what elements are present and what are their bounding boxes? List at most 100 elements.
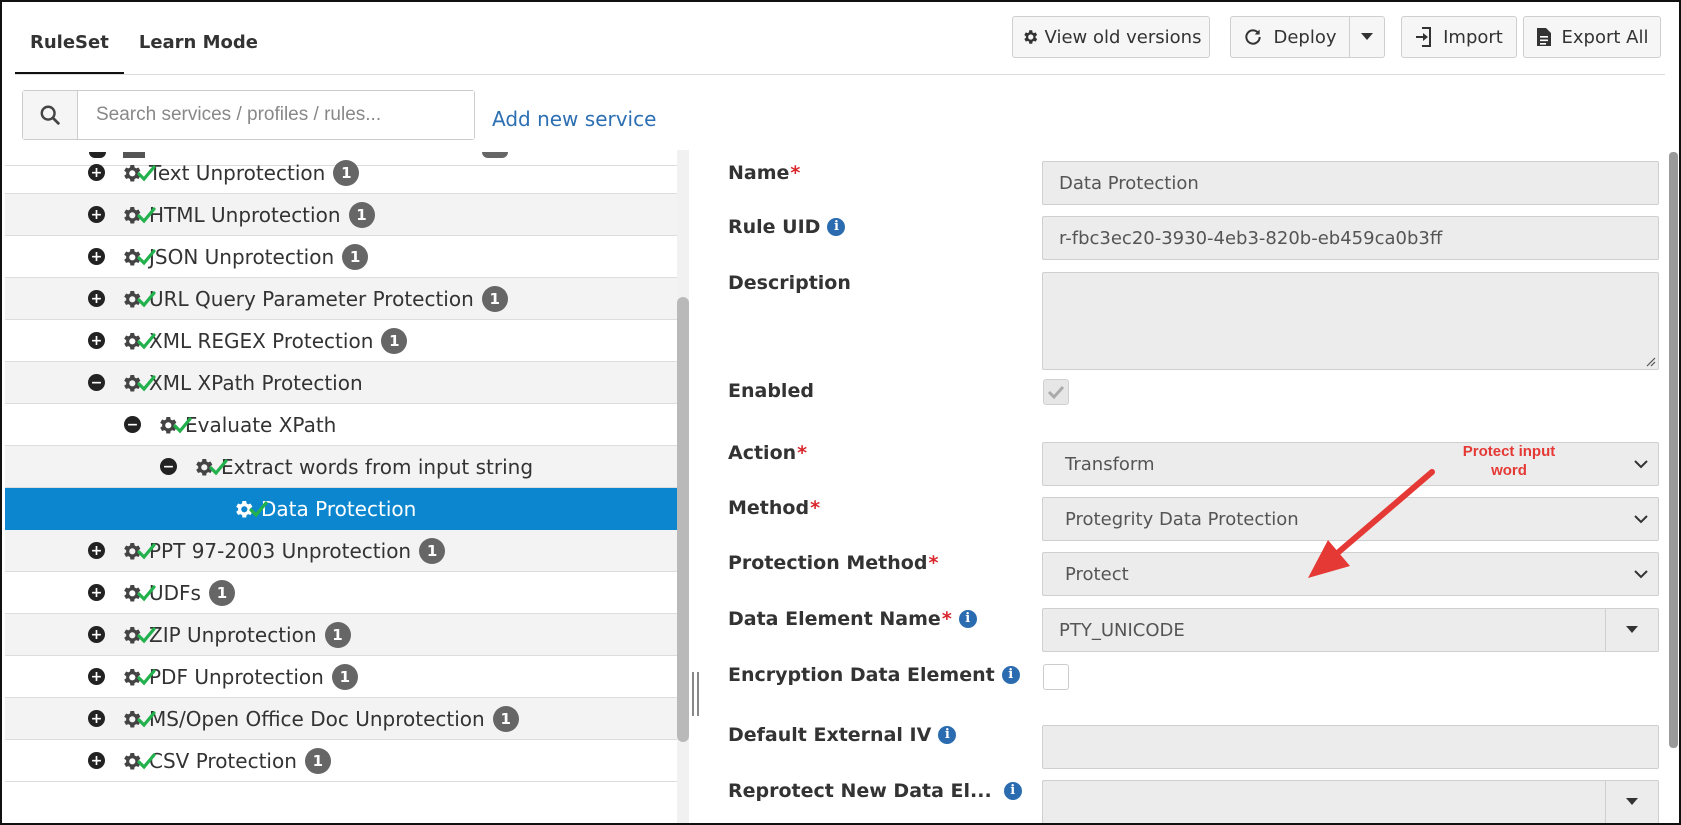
- info-icon[interactable]: i: [1001, 666, 1020, 684]
- gear-check-icon: [119, 622, 157, 648]
- info-icon[interactable]: i: [958, 610, 977, 628]
- rule-uid-label-text: Rule UID: [728, 216, 821, 238]
- import-button[interactable]: Import: [1401, 16, 1517, 58]
- tab-ruleset[interactable]: RuleSet: [15, 2, 124, 75]
- caret-down-icon: [1361, 33, 1373, 40]
- expand-toggle-icon[interactable]: +: [88, 164, 105, 181]
- expand-toggle-icon[interactable]: +: [88, 332, 105, 349]
- search-icon-button[interactable]: [23, 91, 78, 139]
- import-icon: [1416, 27, 1432, 47]
- detail-scrollbar-thumb[interactable]: [1669, 152, 1678, 748]
- collapse-toggle-icon[interactable]: −: [160, 458, 177, 475]
- deploy-dropdown-button[interactable]: [1349, 16, 1385, 58]
- tree-row[interactable]: − Extract words from input string: [5, 446, 677, 488]
- count-badge: 1: [342, 243, 369, 270]
- protection-method-value: Protect: [1065, 563, 1129, 585]
- tree-row-label: JSON Unprotection: [149, 244, 335, 269]
- gear-icon: [1023, 30, 1037, 44]
- count-badge: 1: [481, 285, 508, 312]
- gear-check-icon: [119, 538, 157, 564]
- count-badge: 1: [381, 327, 408, 354]
- tree-row[interactable]: + JSON Unprotection 1: [5, 236, 677, 278]
- info-icon[interactable]: i: [827, 218, 846, 236]
- name-field[interactable]: Data Protection: [1042, 161, 1659, 205]
- count-badge: 1: [208, 579, 235, 606]
- gear-check-icon: [119, 160, 157, 186]
- tree-row[interactable]: + UDFs 1: [5, 572, 677, 614]
- tree-row[interactable]: + PDF Unprotection 1: [5, 656, 677, 698]
- chevron-down-icon: [1634, 570, 1648, 579]
- expand-toggle-icon[interactable]: +: [88, 542, 105, 559]
- info-icon[interactable]: i: [938, 726, 957, 744]
- expand-toggle-icon[interactable]: +: [88, 206, 105, 223]
- gear-check-icon: [119, 664, 157, 690]
- expand-toggle-icon[interactable]: +: [88, 584, 105, 601]
- expand-toggle-icon[interactable]: +: [88, 290, 105, 307]
- app-window: RuleSet Learn Mode View old versions Dep…: [0, 0, 1681, 825]
- expand-toggle-icon[interactable]: +: [88, 668, 105, 685]
- tree-row[interactable]: + CSV Protection 1: [5, 740, 677, 782]
- protection-method-label: Protection Method *: [728, 550, 938, 576]
- rule-detail-panel: Name * Data Protection Rule UID i r-fbc3e…: [717, 150, 1667, 823]
- expand-toggle-icon[interactable]: +: [88, 710, 105, 727]
- tree-row[interactable]: + ZIP Unprotection 1: [5, 614, 677, 656]
- top-bar: RuleSet Learn Mode View old versions Dep…: [2, 2, 1679, 78]
- tree-row[interactable]: + PPT 97-2003 Unprotection 1: [5, 530, 677, 572]
- collapse-toggle-icon[interactable]: −: [88, 374, 105, 391]
- add-new-service-link[interactable]: Add new service: [492, 107, 656, 131]
- tree-row[interactable]: − Evaluate XPath: [5, 404, 677, 446]
- count-badge: 1: [333, 159, 360, 186]
- deploy-button[interactable]: Deploy: [1230, 16, 1349, 58]
- expand-toggle-icon[interactable]: +: [88, 752, 105, 769]
- data-element-name-combobox[interactable]: PTY_UNICODE: [1042, 608, 1659, 652]
- gear-check-icon: [119, 202, 157, 228]
- tree-row[interactable]: + MS/Open Office Doc Unprotection 1: [5, 698, 677, 740]
- tree-scrollbar-thumb[interactable]: [677, 297, 689, 742]
- tab-bar: RuleSet Learn Mode: [15, 2, 273, 75]
- count-badge: 1: [324, 621, 351, 648]
- tree-row[interactable]: + URL Query Parameter Protection 1: [5, 278, 677, 320]
- tree-row-label: Extract words from input string: [221, 454, 534, 479]
- tree-row-selected[interactable]: Data Protection: [5, 488, 677, 530]
- tree-row[interactable]: − XML XPath Protection: [5, 362, 677, 404]
- caret-down-icon: [1626, 798, 1638, 805]
- count-badge: 1: [348, 201, 375, 228]
- name-value: Data Protection: [1059, 172, 1199, 194]
- view-old-versions-button[interactable]: View old versions: [1012, 16, 1210, 58]
- search-input[interactable]: [78, 91, 474, 139]
- gear-check-icon: [119, 328, 157, 354]
- tree-row[interactable]: + HTML Unprotection 1: [5, 194, 677, 236]
- export-all-button[interactable]: Export All: [1523, 16, 1661, 58]
- expand-toggle-icon[interactable]: +: [88, 248, 105, 265]
- refresh-icon: [1245, 29, 1262, 45]
- tree-row[interactable]: + Text Unprotection 1: [5, 152, 677, 194]
- tree-row-label: HTML Unprotection: [149, 202, 341, 227]
- gear-check-icon: [191, 454, 229, 480]
- import-label: Import: [1443, 26, 1503, 48]
- gear-check-icon: [119, 370, 157, 396]
- tab-divider: [15, 74, 1665, 75]
- method-label-text: Method: [728, 497, 810, 519]
- gear-check-icon: [119, 706, 157, 732]
- encryption-data-element-checkbox[interactable]: [1043, 664, 1069, 690]
- tree-row[interactable]: + XML REGEX Protection 1: [5, 320, 677, 362]
- required-marker: *: [928, 552, 939, 574]
- name-label-text: Name: [728, 162, 790, 184]
- view-old-versions-label: View old versions: [1044, 26, 1202, 48]
- reprotect-combobox[interactable]: [1042, 780, 1659, 823]
- default-external-iv-field[interactable]: [1042, 725, 1659, 769]
- enabled-checkbox[interactable]: [1043, 379, 1069, 405]
- reprotect-dropdown-button[interactable]: [1605, 781, 1658, 823]
- collapse-toggle-icon[interactable]: −: [124, 416, 141, 433]
- resize-handle-icon[interactable]: [1644, 355, 1656, 367]
- expand-toggle-icon[interactable]: +: [88, 626, 105, 643]
- rule-uid-field[interactable]: r-fbc3ec20-3930-4eb3-820b-eb459ca0b3ff: [1042, 216, 1659, 260]
- required-marker: *: [810, 497, 820, 519]
- export-all-label: Export All: [1561, 26, 1649, 48]
- description-textarea[interactable]: [1042, 272, 1659, 370]
- data-element-dropdown-button[interactable]: [1605, 609, 1658, 651]
- tab-learn-mode[interactable]: Learn Mode: [124, 2, 273, 72]
- info-icon[interactable]: i: [1003, 782, 1022, 800]
- panel-splitter-handle[interactable]: [692, 672, 700, 716]
- rule-uid-value: r-fbc3ec20-3930-4eb3-820b-eb459ca0b3ff: [1059, 227, 1443, 249]
